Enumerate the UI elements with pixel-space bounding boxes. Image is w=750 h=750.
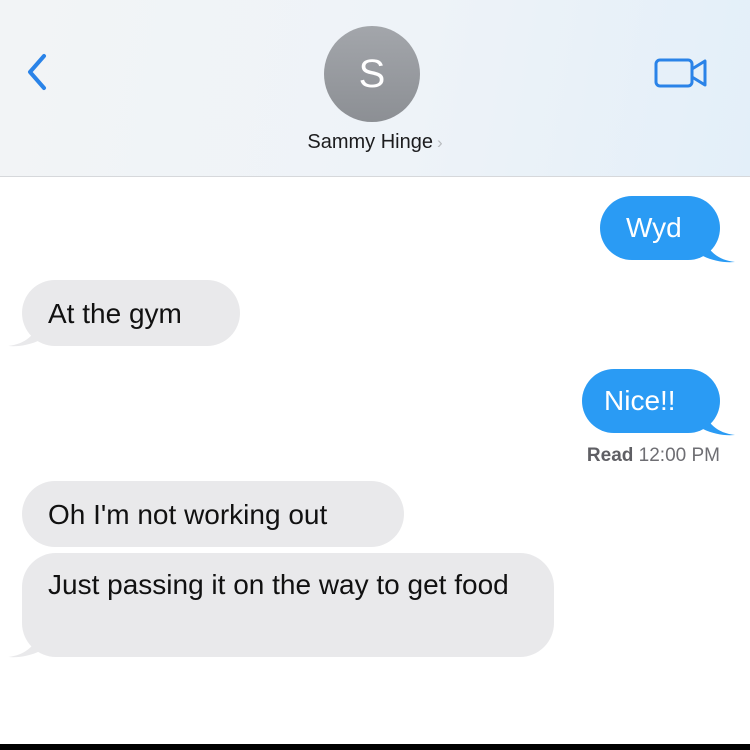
back-button[interactable] xyxy=(18,48,58,96)
facetime-video-button[interactable] xyxy=(653,55,709,91)
message-text: Oh I'm not working out xyxy=(48,499,328,530)
chevron-left-icon xyxy=(28,54,46,90)
bottom-divider xyxy=(0,744,750,750)
message-bubble-incoming[interactable]: At the gym xyxy=(22,280,240,346)
contact-avatar[interactable]: S xyxy=(324,26,420,122)
conversation-header: S Sammy Hinge › xyxy=(0,0,750,177)
message-bubble-outgoing[interactable]: Nice!! xyxy=(582,369,720,433)
message-bubble-incoming[interactable]: Just passing it on the way to get food xyxy=(22,553,554,657)
avatar-initial: S xyxy=(358,52,386,96)
read-label: Read xyxy=(586,445,634,466)
video-camera-icon xyxy=(654,58,707,88)
read-receipt: Read 12:00 PM xyxy=(587,445,720,467)
message-bubble-incoming[interactable]: Oh I'm not working out xyxy=(22,481,404,547)
message-text: At the gym xyxy=(48,298,182,329)
contact-name: Sammy Hinge xyxy=(307,131,433,153)
chevron-right-icon: › xyxy=(436,133,443,152)
contact-name-button[interactable]: Sammy Hinge › xyxy=(0,131,750,154)
message-text: Nice!! xyxy=(604,385,676,416)
read-time: 12:00 PM xyxy=(638,445,720,466)
message-text: Wyd xyxy=(626,212,682,243)
message-text: Just passing it on the way to get food xyxy=(48,569,509,600)
message-bubble-outgoing[interactable]: Wyd xyxy=(600,196,720,260)
